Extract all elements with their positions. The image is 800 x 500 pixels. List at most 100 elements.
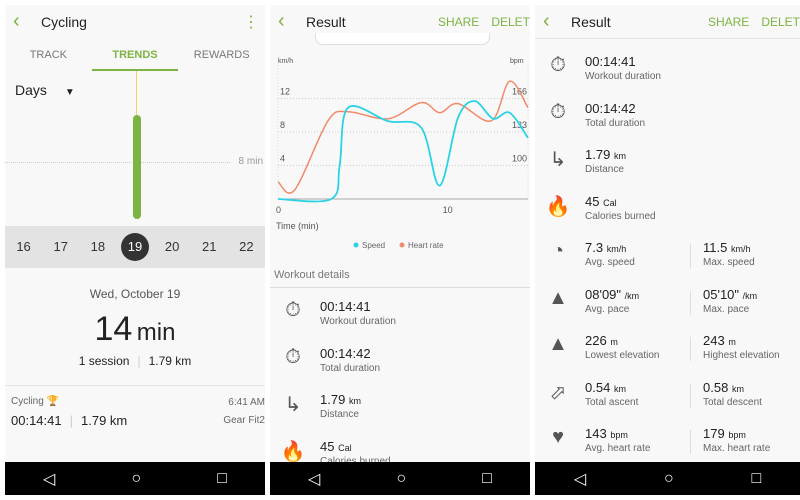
duration-bar[interactable] (133, 115, 141, 219)
more-menu-icon[interactable]: ⋮ (243, 12, 259, 32)
session-distance: 1.79 km (81, 413, 128, 428)
trends-panel: ‹ Cycling ⋮ TRACK TRENDS REWARDS Days ▼ 8… (5, 5, 265, 462)
back-nav-icon[interactable]: ◁ (43, 469, 55, 489)
nav-bar: ◁ ○ □ (5, 462, 265, 495)
nav-bar: ◁ ○ □ (270, 462, 530, 495)
heart-rate-line (277, 80, 529, 194)
session-count: 1 session (78, 354, 130, 368)
detail-value: 1.79 (585, 147, 611, 162)
selection-line (136, 71, 137, 116)
delete-button[interactable]: DELETE (761, 15, 800, 29)
detail-unit: bpm (728, 430, 746, 440)
date-item-selected[interactable]: 19 (120, 233, 149, 261)
detail-unit: km/h (606, 244, 627, 254)
header: ‹ Result SHARE DELETE (535, 5, 800, 38)
detail-unit: km (348, 396, 361, 406)
detail-value: 0.58 (703, 379, 729, 395)
home-nav-icon[interactable]: ○ (131, 470, 141, 488)
y-axis-label-right: bpm (510, 58, 524, 65)
detail-value: 00:14:42 (320, 345, 371, 361)
detail-unit: /km (624, 290, 640, 301)
detail-unit: km (613, 151, 626, 161)
detail-label: Max. heart rate (703, 443, 771, 454)
detail-label: Avg. heart rate (585, 443, 651, 454)
divider (690, 430, 691, 454)
tab-trends[interactable]: TRENDS (91, 45, 179, 71)
detail-value: 45 (585, 193, 600, 209)
detail-value: 45 (320, 438, 335, 454)
divider (690, 383, 691, 408)
home-nav-icon[interactable]: ○ (664, 470, 674, 488)
detail-label: Total descent (703, 396, 762, 408)
detail-unit: m (610, 337, 618, 347)
road-icon: ▲ (548, 286, 568, 309)
trophy-icon: 🏆 (46, 396, 60, 407)
y-tick-left: 4 (280, 154, 285, 164)
date-item[interactable]: 18 (84, 233, 112, 261)
divider (690, 337, 691, 361)
detail-value: 08'09" (585, 286, 622, 302)
detail-label: Distance (585, 164, 624, 175)
back-arrow-icon[interactable]: ‹ (13, 10, 41, 33)
y-tick-right: 100 (512, 154, 527, 164)
detail-row: ⏱ 00:14:42 Total duration (270, 340, 530, 386)
date-item[interactable]: 22 (232, 233, 260, 261)
back-nav-icon[interactable]: ◁ (574, 469, 586, 489)
date-item[interactable]: 17 (47, 233, 75, 261)
result-details-panel: ‹ Result SHARE DELETE ⏱ 00:14:41 Workout… (535, 5, 800, 462)
legend-speed-label: Speed (362, 241, 385, 250)
detail-row: ⏱ 00:14:41 Workout duration (535, 48, 800, 94)
detail-unit: /km (742, 290, 758, 301)
y-tick-left: 12 (280, 87, 290, 97)
arrow-up-right-icon: ⬀ (549, 381, 567, 404)
speedometer-icon: ◔ (551, 240, 565, 262)
speed-line (277, 100, 529, 203)
route-icon: ↳ (549, 149, 567, 171)
detail-pair-row: ▲ 226 m Lowest elevation 243 m Highest ele… (535, 327, 800, 373)
detail-value: 00:14:41 (585, 54, 636, 69)
detail-value: 7.3 (585, 240, 604, 255)
tab-track[interactable]: TRACK (5, 45, 92, 71)
recents-nav-icon[interactable]: □ (751, 470, 761, 488)
duration-summary: 14 min (5, 310, 265, 349)
home-nav-icon[interactable]: ○ (396, 470, 406, 488)
session-item[interactable]: Cycling 🏆 6:41 AM 00:14:41 | 1.79 km Gear … (5, 385, 265, 435)
detail-label: Workout duration (585, 71, 661, 82)
heart-rate-icon: ♥ (552, 426, 564, 448)
detail-value: 243 (703, 333, 725, 348)
share-button[interactable]: SHARE (708, 15, 749, 29)
detail-value: 1.79 (320, 392, 346, 407)
detail-unit: bpm (610, 430, 628, 440)
duration-value: 14 (94, 310, 133, 348)
detail-pair-row: ⬀ 0.54 km Total ascent 0.58 km Total desce… (535, 374, 800, 420)
detail-row: ⏱ 00:14:42 Total duration (535, 95, 800, 141)
detail-label: Max. pace (703, 303, 750, 315)
delete-button[interactable]: DELETE (491, 15, 530, 29)
date-strip[interactable]: 16 17 18 19 20 21 22 (5, 226, 265, 268)
detail-label: Avg. speed (585, 257, 635, 268)
speed-heart-rate-chart: 4 1008 13312 166km/h bpm0 10Time (min)Speed He… (276, 58, 529, 250)
back-arrow-icon[interactable]: ‹ (278, 10, 306, 33)
back-nav-icon[interactable]: ◁ (308, 469, 320, 489)
share-button[interactable]: SHARE (438, 15, 479, 29)
back-arrow-icon[interactable]: ‹ (543, 10, 571, 33)
page-title: Cycling (41, 13, 87, 30)
session-duration: 00:14:41 (11, 413, 62, 428)
detail-label: Total duration (585, 117, 646, 129)
x-axis-label: Time (min) (276, 221, 319, 231)
tab-rewards[interactable]: REWARDS (178, 45, 265, 71)
period-dropdown[interactable]: Days ▼ (15, 82, 75, 98)
dropdown-arrow-icon: ▼ (64, 87, 75, 98)
flame-icon: 🔥 (545, 195, 571, 218)
recents-nav-icon[interactable]: □ (217, 470, 227, 488)
detail-row: 🔥 45 Cal Calories burned (535, 188, 800, 234)
detail-label: Calories burned (585, 210, 656, 222)
y-axis-label-left: km/h (278, 58, 293, 65)
detail-label: Max. speed (703, 257, 755, 268)
recents-nav-icon[interactable]: □ (482, 470, 492, 488)
detail-row: 🔥 45 Cal Calories burned (270, 433, 530, 463)
summary-line: 1 session | 1.79 km (78, 354, 192, 368)
date-item[interactable]: 16 (10, 233, 38, 261)
date-item[interactable]: 21 (195, 233, 223, 261)
date-item[interactable]: 20 (158, 233, 186, 261)
